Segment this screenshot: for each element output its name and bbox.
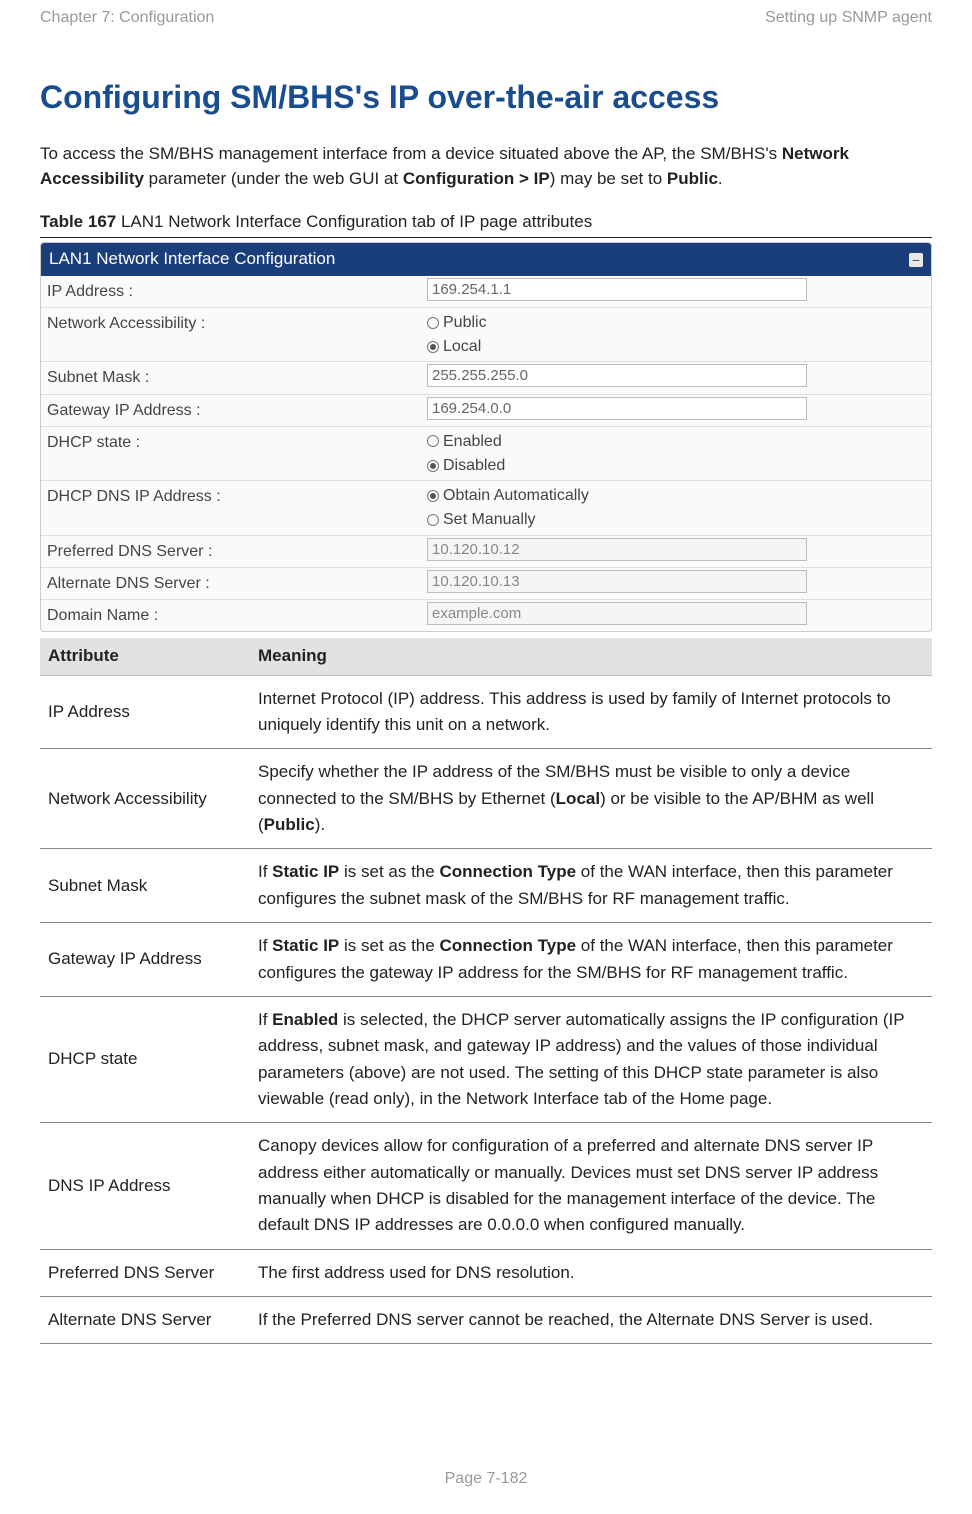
attr-meaning: Specify whether the IP address of the SM… (250, 749, 932, 849)
rule (40, 237, 932, 238)
collapse-icon[interactable]: − (909, 253, 923, 267)
table-row: Subnet MaskIf Static IP is set as the Co… (40, 849, 932, 923)
table-row: Gateway IP AddressIf Static IP is set as… (40, 923, 932, 997)
intro-text: To access the SM/BHS management interfac… (40, 144, 782, 163)
col-attribute: Attribute (40, 638, 250, 675)
attr-name: DNS IP Address (40, 1123, 250, 1249)
label-network-accessibility: Network Accessibility : (41, 308, 421, 361)
intro-text: . (718, 169, 723, 188)
attr-name: Alternate DNS Server (40, 1296, 250, 1343)
radio-public-label: Public (443, 311, 487, 334)
ip-address-input[interactable] (427, 278, 807, 301)
radio-dns-manual-label: Set Manually (443, 508, 536, 531)
row-network-accessibility: Network Accessibility : Public Local (41, 308, 931, 362)
table-row: Alternate DNS ServerIf the Preferred DNS… (40, 1296, 932, 1343)
radio-dns-auto-label: Obtain Automatically (443, 484, 589, 507)
panel-title: LAN1 Network Interface Configuration (49, 247, 335, 272)
section-label: Setting up SNMP agent (765, 6, 932, 29)
label-alternate-dns: Alternate DNS Server : (41, 568, 421, 599)
row-preferred-dns: Preferred DNS Server : (41, 536, 931, 568)
row-gateway: Gateway IP Address : (41, 395, 931, 427)
label-dhcp-state: DHCP state : (41, 427, 421, 480)
label-subnet-mask: Subnet Mask : (41, 362, 421, 393)
row-alternate-dns: Alternate DNS Server : (41, 568, 931, 600)
row-domain-name: Domain Name : (41, 600, 931, 631)
table-row: DHCP stateIf Enabled is selected, the DH… (40, 996, 932, 1122)
attr-meaning: If Static IP is set as the Connection Ty… (250, 923, 932, 997)
radio-dns-manual[interactable] (427, 514, 439, 526)
radio-dhcp-disabled[interactable] (427, 460, 439, 472)
attr-name: IP Address (40, 675, 250, 749)
attr-name: Preferred DNS Server (40, 1249, 250, 1296)
row-subnet-mask: Subnet Mask : (41, 362, 931, 394)
row-dhcp-dns: DHCP DNS IP Address : Obtain Automatical… (41, 481, 931, 535)
attr-meaning: If Enabled is selected, the DHCP server … (250, 996, 932, 1122)
radio-local-label: Local (443, 335, 481, 358)
table-row: DNS IP AddressCanopy devices allow for c… (40, 1123, 932, 1249)
attr-meaning: Canopy devices allow for configuration o… (250, 1123, 932, 1249)
row-dhcp-state: DHCP state : Enabled Disabled (41, 427, 931, 481)
attribute-table: Attribute Meaning IP AddressInternet Pro… (40, 638, 932, 1344)
row-ip-address: IP Address : (41, 276, 931, 308)
label-gateway: Gateway IP Address : (41, 395, 421, 426)
radio-dhcp-disabled-label: Disabled (443, 454, 505, 477)
intro-paragraph: To access the SM/BHS management interfac… (40, 141, 932, 192)
page-number: Page 7-182 (0, 1467, 972, 1490)
radio-dns-auto[interactable] (427, 490, 439, 502)
label-dhcp-dns: DHCP DNS IP Address : (41, 481, 421, 534)
attr-name: Subnet Mask (40, 849, 250, 923)
table-row: IP AddressInternet Protocol (IP) address… (40, 675, 932, 749)
chapter-label: Chapter 7: Configuration (40, 6, 214, 29)
caption-bold: Table 167 (40, 212, 116, 231)
panel-titlebar: LAN1 Network Interface Configuration − (41, 243, 931, 276)
radio-dhcp-enabled[interactable] (427, 435, 439, 447)
preferred-dns-input[interactable] (427, 538, 807, 561)
domain-name-input[interactable] (427, 602, 807, 625)
alternate-dns-input[interactable] (427, 570, 807, 593)
attr-meaning: The first address used for DNS resolutio… (250, 1249, 932, 1296)
table-row: Preferred DNS ServerThe first address us… (40, 1249, 932, 1296)
intro-bold: Public (667, 169, 718, 188)
label-ip-address: IP Address : (41, 276, 421, 307)
table-row: Network AccessibilitySpecify whether the… (40, 749, 932, 849)
attr-name: Gateway IP Address (40, 923, 250, 997)
attr-name: Network Accessibility (40, 749, 250, 849)
attr-name: DHCP state (40, 996, 250, 1122)
intro-text: ) may be set to (550, 169, 667, 188)
radio-local[interactable] (427, 341, 439, 353)
intro-text: parameter (under the web GUI at (144, 169, 403, 188)
config-panel: LAN1 Network Interface Configuration − I… (40, 242, 932, 632)
radio-public[interactable] (427, 317, 439, 329)
page-title: Configuring SM/BHS's IP over-the-air acc… (40, 74, 932, 120)
label-domain-name: Domain Name : (41, 600, 421, 631)
label-preferred-dns: Preferred DNS Server : (41, 536, 421, 567)
intro-bold: Configuration > IP (403, 169, 550, 188)
attr-meaning: If the Preferred DNS server cannot be re… (250, 1296, 932, 1343)
caption-text: LAN1 Network Interface Configuration tab… (116, 212, 592, 231)
subnet-mask-input[interactable] (427, 364, 807, 387)
table-caption: Table 167 LAN1 Network Interface Configu… (40, 210, 932, 235)
col-meaning: Meaning (250, 638, 932, 675)
attr-meaning: If Static IP is set as the Connection Ty… (250, 849, 932, 923)
attr-meaning: Internet Protocol (IP) address. This add… (250, 675, 932, 749)
radio-dhcp-enabled-label: Enabled (443, 430, 502, 453)
page-header: Chapter 7: Configuration Setting up SNMP… (40, 6, 932, 29)
gateway-input[interactable] (427, 397, 807, 420)
